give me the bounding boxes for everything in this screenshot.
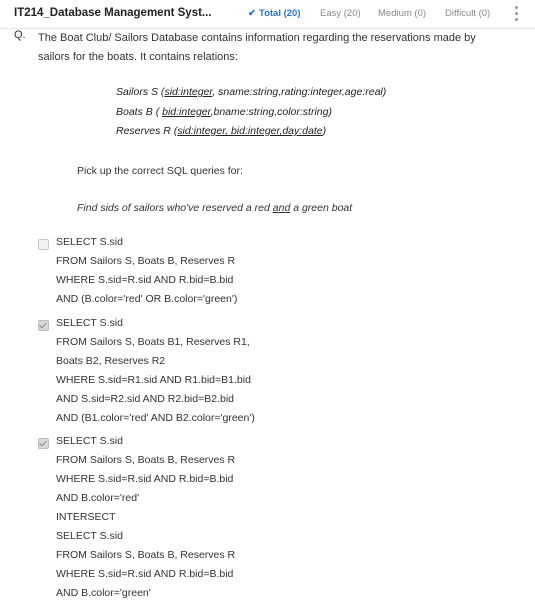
relation-boats: Boats B ( bid:integer,bname:string,color… (116, 106, 332, 118)
relation-reserves: Reserves R (sid:integer, bid:integer,day… (116, 125, 326, 137)
relation-prefix: Sailors S ( (116, 86, 165, 98)
code-line: WHERE S.sid=R.sid AND R.bid=B.bid (56, 568, 234, 580)
relation-key: sid:integer (164, 86, 213, 98)
filter-easy[interactable]: Easy (20) (320, 8, 361, 19)
relation-sailors: Sailors S (sid:integer, sname:string,rat… (116, 86, 386, 98)
task-text: Find sids of sailors who've reserved a r… (77, 202, 352, 214)
relation-key: bid:integer (162, 106, 211, 118)
filter-total[interactable]: ✔ Total (20) (248, 8, 301, 19)
relation-rest: , sname:string,rating:integer,age:real) (212, 86, 387, 98)
question-text: The Boat Club/ Sailors Database contains… (38, 32, 476, 63)
question-label: Q. (14, 29, 26, 41)
code-line: FROM Sailors S, Boats B, Reserves R (56, 549, 236, 561)
code-line: WHERE S.sid=R.sid AND R.bid=B.bid (56, 473, 234, 485)
top-bar: IT214_Database Management Syst... ✔ Total… (0, 0, 535, 29)
code-line: FROM Sailors S, Boats B1, Reserves R1, (56, 336, 250, 348)
task-and: and (272, 202, 291, 214)
code-line: Boats B2, Reserves R2 (56, 355, 166, 367)
filter-difficult[interactable]: Difficult (0) (445, 8, 490, 19)
relation-prefix: Reserves R ( (116, 125, 178, 137)
relation-rest: ,bname:string,color:string) (210, 106, 332, 118)
option-checkbox[interactable] (38, 320, 49, 331)
instruction-text: Pick up the correct SQL queries for: (77, 165, 243, 177)
code-line: AND B.color='green' (56, 587, 151, 599)
code-line: SELECT S.sid (56, 236, 123, 248)
code-line: INTERSECT (56, 511, 116, 523)
code-line: WHERE S.sid=R.sid AND R.bid=B.bid (56, 274, 234, 286)
relation-prefix: Boats B ( (116, 106, 163, 118)
relation-key: sid:integer, bid:integer,day:date (177, 125, 323, 137)
filter-medium[interactable]: Medium (0) (378, 8, 426, 19)
code-line: AND B.color='red' (56, 492, 140, 504)
option-checkbox[interactable] (38, 438, 49, 449)
code-line: AND (B.color='red' OR B.color='green') (56, 293, 238, 305)
code-line: SELECT S.sid (56, 317, 123, 329)
code-line: AND S.sid=R2.sid AND R2.bid=B2.bid (56, 393, 235, 405)
check-icon: ✔ (248, 8, 256, 19)
code-line: AND (B1.color='red' AND B2.color='green'… (56, 412, 255, 424)
relation-rest: ) (322, 125, 327, 137)
code-line: FROM Sailors S, Boats B, Reserves R (56, 255, 236, 267)
code-line: FROM Sailors S, Boats B, Reserves R (56, 454, 236, 466)
kebab-menu-icon[interactable] (513, 6, 519, 23)
filter-total-label: Total (20) (258, 8, 301, 19)
task-after: a green boat (290, 202, 353, 214)
code-line: WHERE S.sid=R1.sid AND R1.bid=B1.bid (56, 374, 251, 386)
code-line: SELECT S.sid (56, 435, 123, 447)
task-before: Find sids of sailors who've reserved a r… (77, 202, 273, 214)
option-checkbox[interactable] (38, 239, 49, 250)
course-title: IT214_Database Management Syst... (14, 7, 212, 19)
code-line: SELECT S.sid (56, 530, 123, 542)
